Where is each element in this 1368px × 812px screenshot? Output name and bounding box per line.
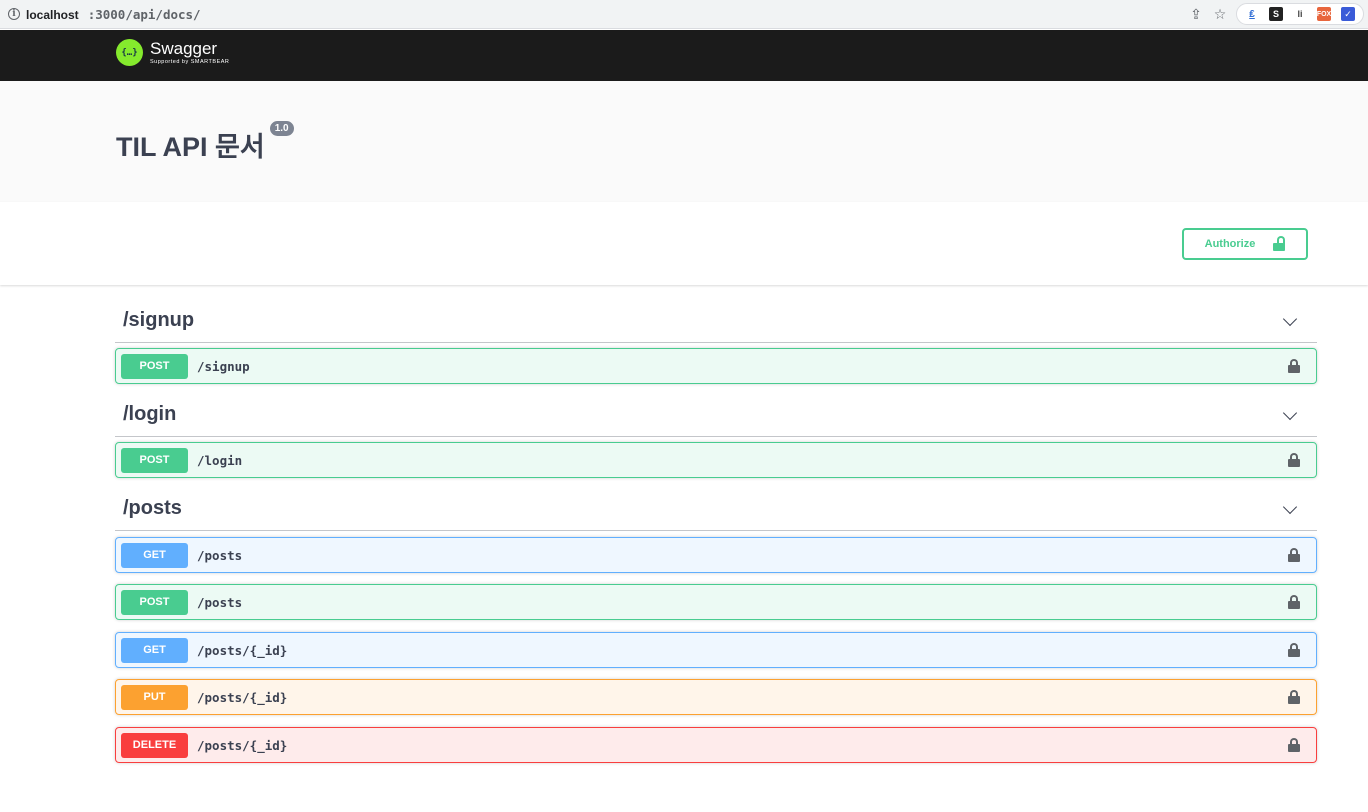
chevron-down-icon[interactable] xyxy=(1282,499,1298,515)
operation-path: /posts/{_id} xyxy=(197,642,288,658)
method-badge: GET xyxy=(121,542,188,568)
page-title: TIL API 문서 1.0 xyxy=(116,121,294,164)
tag-title: /login xyxy=(123,403,177,425)
operation-path: /login xyxy=(197,452,243,468)
chevron-down-icon[interactable] xyxy=(1282,311,1298,327)
operation-path: /posts/{_id} xyxy=(197,737,288,753)
url-text[interactable]: localhost:3000/api/docs/ xyxy=(26,7,201,22)
address-bar[interactable]: i localhost:3000/api/docs/ xyxy=(2,2,207,27)
operation-path: /signup xyxy=(197,358,250,374)
tag-title: /signup xyxy=(123,309,195,331)
lock-icon[interactable] xyxy=(1288,643,1300,657)
extension-icon[interactable]: li xyxy=(1293,7,1307,21)
brand-name: Swagger xyxy=(150,39,218,58)
operation-post-signup[interactable]: POST /signup xyxy=(115,348,1317,384)
extension-icon[interactable]: ✓ xyxy=(1341,7,1355,21)
method-badge: PUT xyxy=(121,684,188,710)
operation-put-post-by-id[interactable]: PUT /posts/{_id} xyxy=(115,679,1317,715)
swagger-logo[interactable]: {…} Swagger Supported by SMARTBEAR xyxy=(116,39,229,66)
lock-icon[interactable] xyxy=(1288,738,1300,752)
brand-subtitle: Supported by SMARTBEAR xyxy=(150,59,230,65)
share-icon[interactable]: ⇪ xyxy=(1188,6,1204,23)
operation-path: /posts/{_id} xyxy=(197,689,288,705)
extension-icon[interactable]: S xyxy=(1269,7,1283,21)
bookmark-star-icon[interactable]: ☆ xyxy=(1212,6,1228,23)
swagger-topbar: {…} Swagger Supported by SMARTBEAR xyxy=(0,30,1368,81)
operation-get-posts[interactable]: GET /posts xyxy=(115,537,1317,573)
method-badge: POST xyxy=(121,353,188,379)
authorize-button[interactable]: Authorize xyxy=(1182,228,1308,260)
lock-icon[interactable] xyxy=(1288,453,1300,467)
browser-toolbar: i localhost:3000/api/docs/ ⇪ ☆ ₤ S li FO… xyxy=(0,0,1368,29)
tag-signup[interactable]: /signup xyxy=(115,299,1317,343)
lock-icon[interactable] xyxy=(1288,359,1300,373)
scheme-container: Authorize xyxy=(0,202,1368,285)
lock-icon[interactable] xyxy=(1288,595,1300,609)
lock-icon[interactable] xyxy=(1288,548,1300,562)
tag-login[interactable]: /login xyxy=(115,393,1317,437)
method-badge: DELETE xyxy=(121,732,188,758)
version-badge: 1.0 xyxy=(269,121,294,136)
operation-delete-post-by-id[interactable]: DELETE /posts/{_id} xyxy=(115,727,1317,763)
api-title: TIL API 문서 xyxy=(116,132,265,162)
tag-posts[interactable]: /posts xyxy=(115,487,1317,531)
extension-icon[interactable]: ₤ xyxy=(1245,7,1259,21)
method-badge: POST xyxy=(121,447,188,473)
tag-title: /posts xyxy=(123,497,182,519)
unlock-icon xyxy=(1273,236,1286,251)
api-info: TIL API 문서 1.0 xyxy=(0,81,1368,202)
operation-get-post-by-id[interactable]: GET /posts/{_id} xyxy=(115,632,1317,668)
chevron-down-icon[interactable] xyxy=(1282,405,1298,421)
operation-post-login[interactable]: POST /login xyxy=(115,442,1317,478)
browser-actions: ⇪ ☆ ₤ S li FOX ✓ xyxy=(1188,3,1364,25)
method-badge: GET xyxy=(121,637,188,663)
site-info-icon[interactable]: i xyxy=(8,8,20,20)
operation-path: /posts xyxy=(197,594,243,610)
extension-icon[interactable]: FOX xyxy=(1317,7,1331,21)
lock-icon[interactable] xyxy=(1288,690,1300,704)
extensions-bar: ₤ S li FOX ✓ xyxy=(1236,3,1364,25)
authorize-label: Authorize xyxy=(1204,238,1256,250)
operation-path: /posts xyxy=(197,547,243,563)
swagger-logo-icon: {…} xyxy=(116,39,143,66)
operation-post-posts[interactable]: POST /posts xyxy=(115,584,1317,620)
method-badge: POST xyxy=(121,589,188,615)
